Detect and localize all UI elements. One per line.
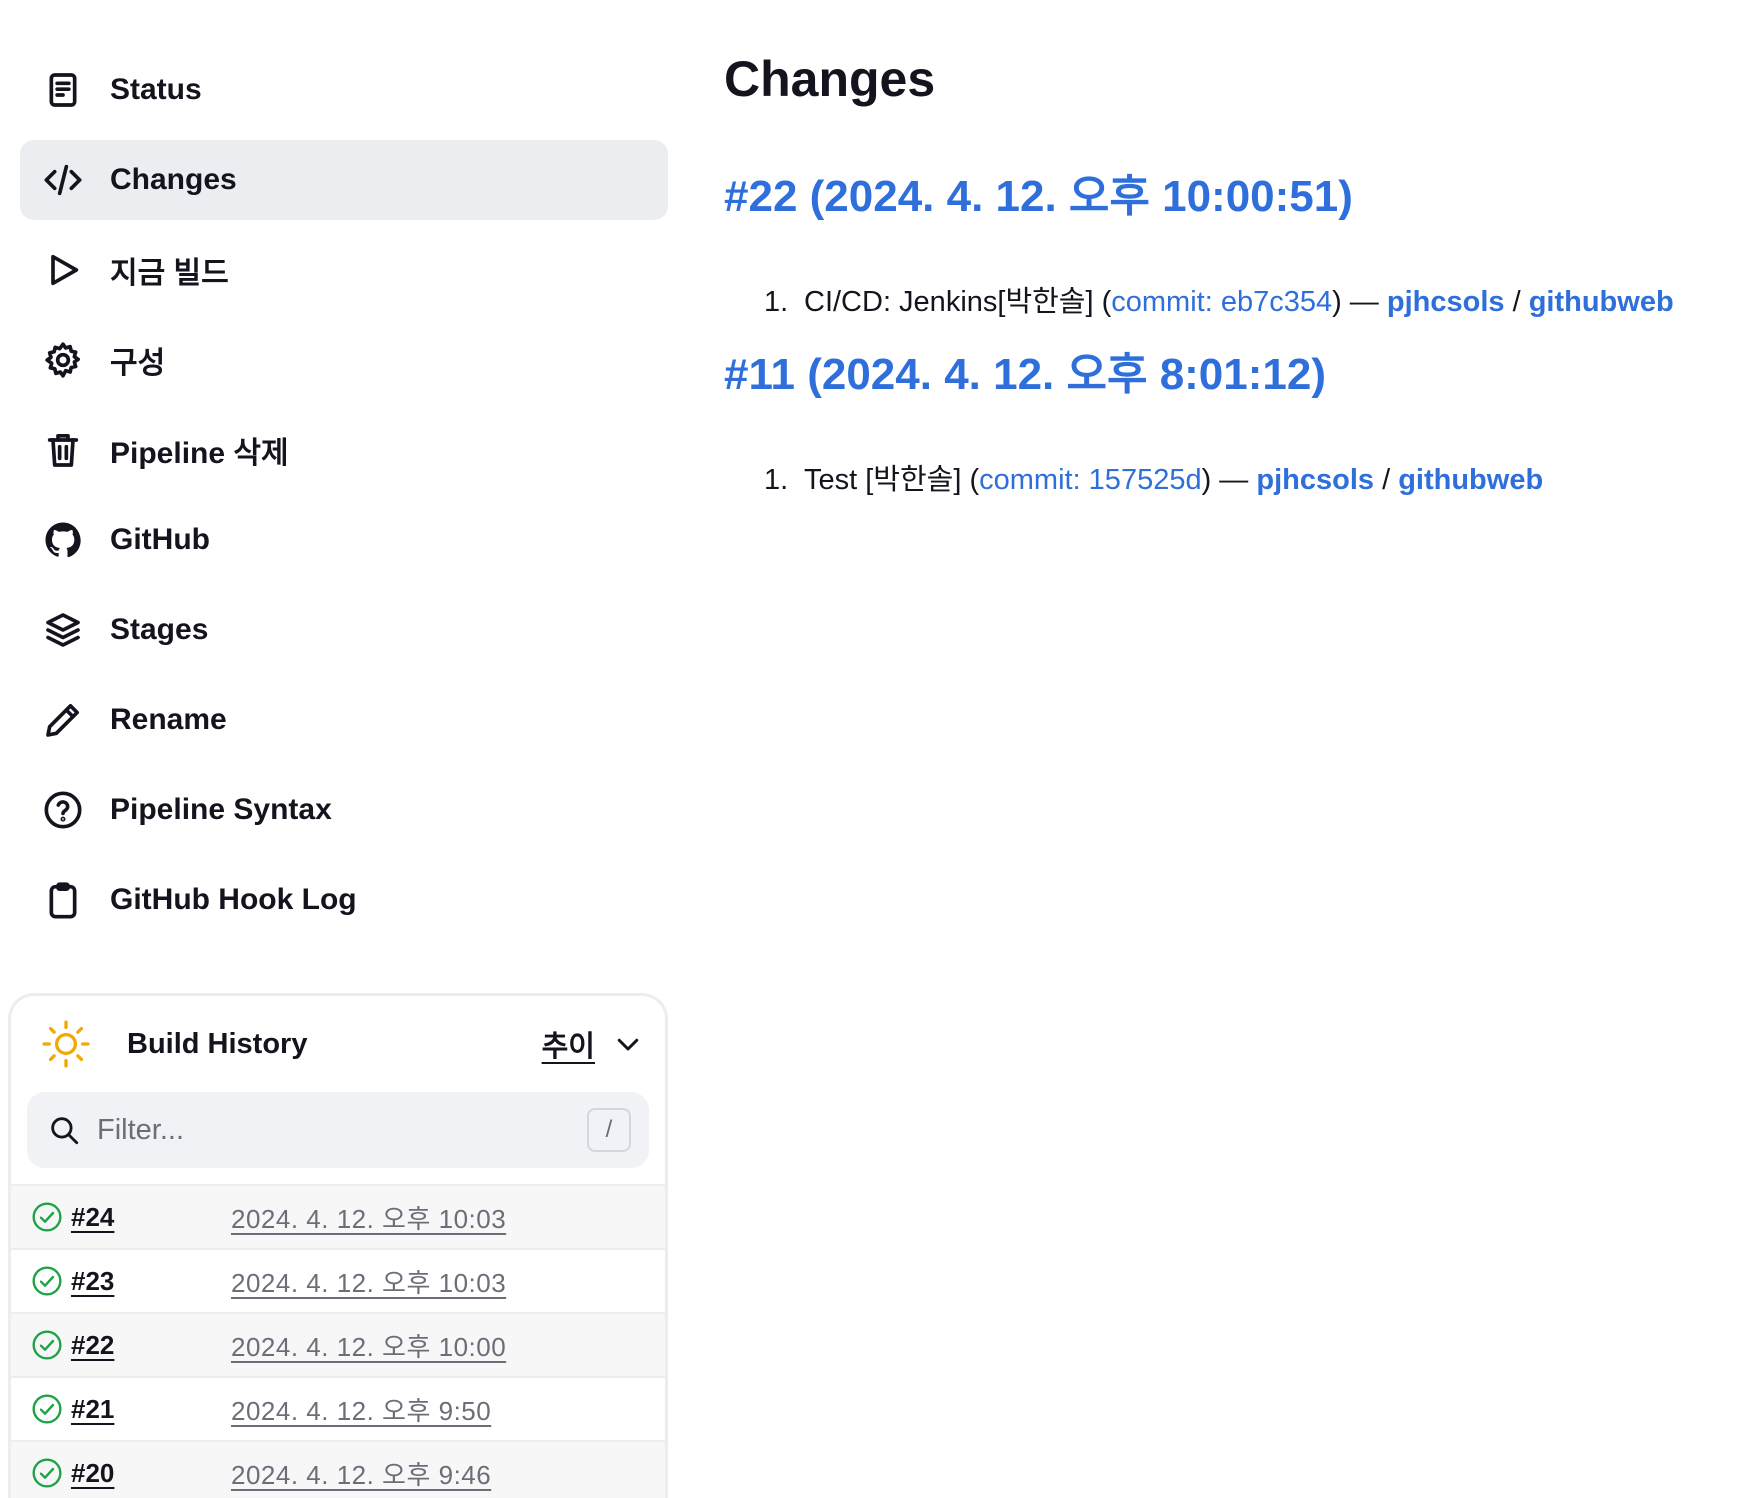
commit-message: Test [박한솔] (	[804, 464, 980, 496]
change-list: 1. Test [박한솔] (commit: 157525d) — pjhcsol…	[764, 456, 1734, 498]
list-item: 1. Test [박한솔] (commit: 157525d) — pjhcsol…	[764, 456, 1734, 498]
document-icon	[42, 69, 84, 111]
github-icon	[42, 519, 84, 561]
trash-icon	[42, 429, 84, 471]
sidebar-item-stages[interactable]: Stages	[20, 590, 668, 670]
build-date-link[interactable]: 2024. 4. 12. 오후 9:50	[231, 1391, 491, 1428]
search-icon	[51, 1117, 79, 1145]
pencil-icon	[42, 699, 84, 741]
sidebar-item-rename[interactable]: Rename	[20, 680, 668, 760]
sidebar-item-label: Rename	[110, 703, 227, 736]
build-list: #24 2024. 4. 12. 오후 10:03 #23 2024. 4. 1…	[11, 1184, 665, 1498]
success-check-icon	[32, 1330, 62, 1360]
build-number-link[interactable]: #22	[71, 1330, 231, 1361]
sidebar-item-delete-pipeline[interactable]: Pipeline 삭제	[20, 410, 668, 490]
success-check-icon	[32, 1458, 62, 1488]
keyboard-shortcut-hint: /	[587, 1108, 631, 1152]
main-content: Changes #22 (2024. 4. 12. 오후 10:00:51) 1…	[724, 50, 1734, 516]
sidebar-item-label: 지금 빌드	[110, 257, 229, 290]
table-row: #22 2024. 4. 12. 오후 10:00	[11, 1314, 665, 1378]
repo-link[interactable]: githubweb	[1529, 286, 1674, 318]
success-check-icon	[32, 1394, 62, 1424]
build-history-header: Build History 추이	[11, 996, 665, 1092]
repo-link[interactable]: githubweb	[1398, 464, 1543, 496]
build-heading-link[interactable]: #22 (2024. 4. 12. 오후 10:00:51)	[724, 160, 1734, 224]
separator-text: ) —	[1201, 464, 1257, 496]
commit-message: CI/CD: Jenkins[박한솔] (	[804, 286, 1112, 318]
code-icon	[42, 159, 84, 201]
sidebar-item-label: Status	[110, 73, 202, 106]
commit-link[interactable]: commit: 157525d	[979, 464, 1201, 496]
slash-text: /	[1504, 286, 1529, 318]
play-icon	[42, 249, 84, 291]
sidebar-item-label: Pipeline Syntax	[110, 793, 332, 826]
build-number-link[interactable]: #24	[71, 1202, 231, 1233]
list-item: 1. CI/CD: Jenkins[박한솔] (commit: eb7c354) …	[764, 278, 1734, 320]
sidebar-item-label: 구성	[110, 347, 166, 380]
build-history-panel: Build History 추이 / #24 2024. 4. 12. 오후 1…	[8, 993, 668, 1498]
sidebar-item-github[interactable]: GitHub	[20, 500, 668, 580]
sidebar-item-changes[interactable]: Changes	[20, 140, 668, 220]
chevron-down-icon[interactable]	[613, 1029, 643, 1059]
sidebar-item-pipeline-syntax[interactable]: Pipeline Syntax	[20, 770, 668, 850]
sidebar-item-label: Stages	[110, 613, 209, 646]
gear-icon	[42, 339, 84, 381]
slash-text: /	[1374, 464, 1399, 496]
layers-icon	[42, 609, 84, 651]
build-heading-link[interactable]: #11 (2024. 4. 12. 오후 8:01:12)	[724, 338, 1734, 402]
build-date-link[interactable]: 2024. 4. 12. 오후 10:03	[231, 1199, 506, 1236]
sidebar-item-label: Pipeline 삭제	[110, 437, 289, 470]
sidebar-item-label: Changes	[110, 163, 237, 196]
table-row: #24 2024. 4. 12. 오후 10:03	[11, 1186, 665, 1250]
clipboard-icon	[42, 879, 84, 921]
sidebar-item-github-hook-log[interactable]: GitHub Hook Log	[20, 860, 668, 940]
sun-icon	[42, 1020, 90, 1068]
sidebar-item-build-now[interactable]: 지금 빌드	[20, 230, 668, 310]
help-icon	[42, 789, 84, 831]
table-row: #20 2024. 4. 12. 오후 9:46	[11, 1442, 665, 1498]
build-changes-section: #11 (2024. 4. 12. 오후 8:01:12) 1. Test [박한…	[724, 338, 1734, 498]
build-number-link[interactable]: #20	[71, 1458, 231, 1489]
list-index: 1.	[764, 464, 789, 496]
sidebar-item-status[interactable]: Status	[20, 50, 668, 130]
filter-input[interactable]	[97, 1113, 587, 1147]
table-row: #21 2024. 4. 12. 오후 9:50	[11, 1378, 665, 1442]
build-date-link[interactable]: 2024. 4. 12. 오후 10:00	[231, 1327, 506, 1364]
success-check-icon	[32, 1202, 62, 1232]
build-number-link[interactable]: #21	[71, 1394, 231, 1425]
sidebar-nav: Status Changes 지금 빌드 구성 Pipeline 삭제 GitH…	[20, 48, 668, 950]
filter-box: /	[27, 1092, 649, 1168]
owner-link[interactable]: pjhcsols	[1256, 464, 1374, 496]
build-history-title: Build History	[127, 1027, 308, 1060]
sidebar-item-configure[interactable]: 구성	[20, 320, 668, 400]
page-title: Changes	[724, 51, 936, 107]
build-changes-section: #22 (2024. 4. 12. 오후 10:00:51) 1. CI/CD: …	[724, 160, 1734, 320]
sidebar-item-label: GitHub	[110, 523, 210, 556]
build-date-link[interactable]: 2024. 4. 12. 오후 10:03	[231, 1263, 506, 1300]
commit-link[interactable]: commit: eb7c354	[1111, 286, 1332, 318]
list-index: 1.	[764, 286, 789, 318]
table-row: #23 2024. 4. 12. 오후 10:03	[11, 1250, 665, 1314]
owner-link[interactable]: pjhcsols	[1387, 286, 1505, 318]
separator-text: ) —	[1332, 286, 1387, 318]
success-check-icon	[32, 1266, 62, 1296]
change-list: 1. CI/CD: Jenkins[박한솔] (commit: eb7c354) …	[764, 278, 1734, 320]
trend-link[interactable]: 추이	[542, 1023, 595, 1065]
build-number-link[interactable]: #23	[71, 1266, 231, 1297]
build-date-link[interactable]: 2024. 4. 12. 오후 9:46	[231, 1455, 491, 1492]
sidebar-item-label: GitHub Hook Log	[110, 883, 357, 916]
